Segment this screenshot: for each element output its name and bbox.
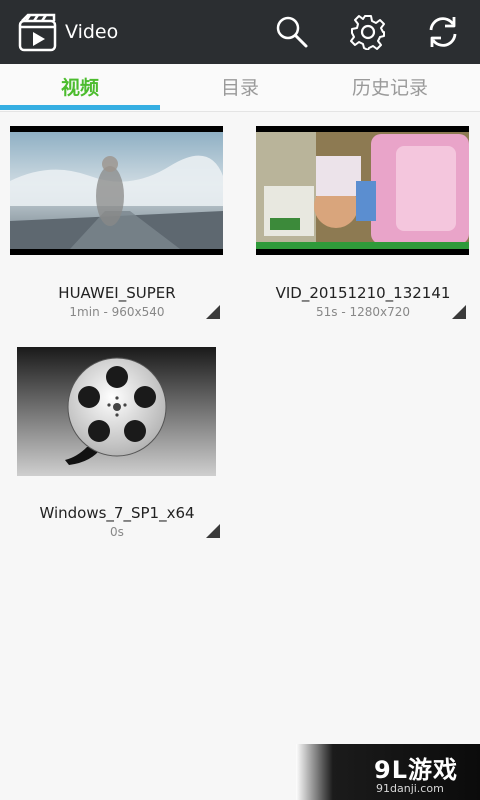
video-title: VID_20151210_132141 xyxy=(275,284,451,302)
more-options-icon[interactable] xyxy=(206,305,220,319)
more-options-icon[interactable] xyxy=(206,524,220,538)
watermark-brand: 9L游戏 xyxy=(374,756,458,784)
app-title: Video xyxy=(65,21,119,43)
tab-indicator xyxy=(0,105,160,110)
video-title: Windows_7_SP1_x64 xyxy=(39,504,195,522)
video-clapper-icon xyxy=(18,13,58,53)
gear-icon[interactable] xyxy=(350,14,386,51)
tab-folders[interactable]: 目录 xyxy=(160,64,320,112)
app-bar: Video xyxy=(0,0,480,64)
video-thumbnail[interactable] xyxy=(256,126,469,255)
more-options-icon[interactable] xyxy=(452,305,466,319)
video-thumbnail[interactable] xyxy=(10,126,223,255)
video-meta: 0s xyxy=(110,525,124,539)
video-meta: 51s - 1280x720 xyxy=(315,305,411,319)
video-title: HUAWEI_SUPER xyxy=(58,284,176,302)
watermark: 9L游戏 91danji.com xyxy=(296,744,480,800)
video-meta: 1min - 960x540 xyxy=(69,305,165,319)
refresh-icon[interactable] xyxy=(425,14,461,50)
video-thumbnail[interactable] xyxy=(17,347,216,476)
search-icon[interactable] xyxy=(274,14,310,50)
tab-history[interactable]: 历史记录 xyxy=(310,64,470,112)
watermark-url: 91danji.com xyxy=(376,782,444,795)
